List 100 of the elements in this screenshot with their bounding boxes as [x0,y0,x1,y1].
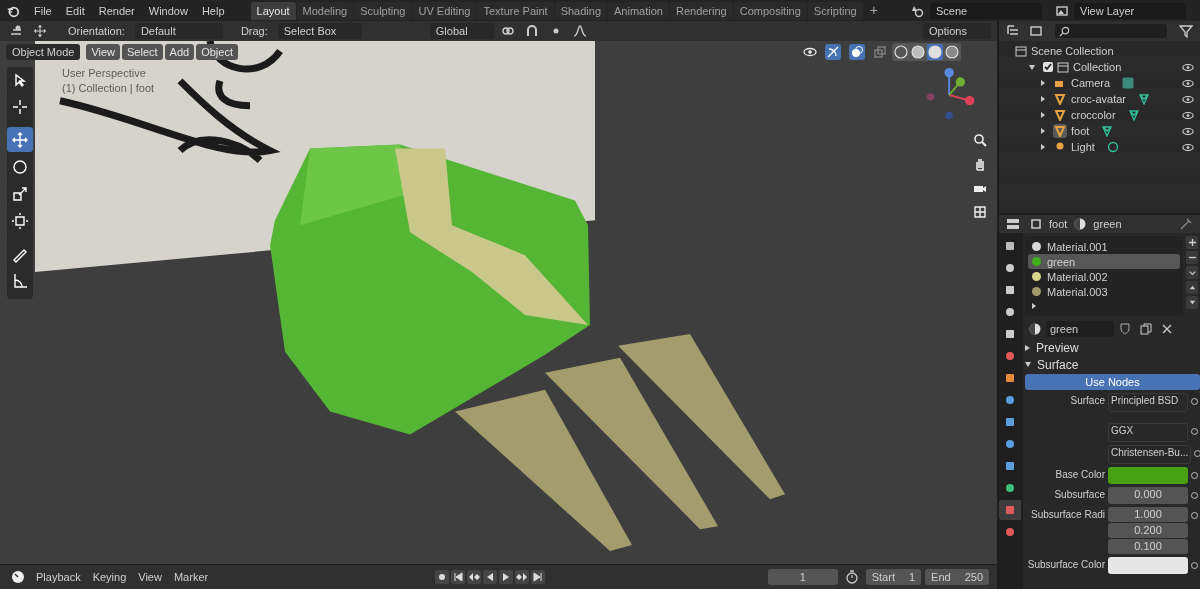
play-icon[interactable] [498,570,513,584]
number-field[interactable]: 0.000 [1108,487,1188,504]
menu-item[interactable]: Window [142,4,194,17]
drag-dropdown[interactable]: Select Box [277,23,362,39]
eye-icon[interactable] [1182,78,1194,88]
remove-slot-icon[interactable] [1186,251,1198,264]
rendered-shading-button[interactable] [944,44,960,60]
material-name-field[interactable]: green [1046,320,1114,337]
material-slot[interactable]: Material.001 [1028,239,1180,254]
copy-icon[interactable] [1139,321,1153,336]
viewport-menu[interactable]: Add [164,44,195,60]
workspace-tab[interactable]: Modeling [296,1,354,20]
number-field[interactable]: 0.100 [1108,539,1188,554]
expand-arrow-icon[interactable] [1041,80,1045,86]
expand-arrow-icon[interactable] [1041,128,1045,134]
number-field[interactable]: 0.200 [1108,523,1188,538]
outliner-item[interactable]: foot [1071,125,1090,137]
jump-start-icon[interactable] [450,570,465,584]
menu-item[interactable]: Render [92,4,141,17]
mesh-object-icon[interactable] [1053,92,1067,106]
stopwatch-icon[interactable] [844,570,859,584]
add-workspace-button[interactable]: + [863,1,884,20]
panel-header[interactable]: Preview [1025,339,1200,356]
timeline-menu[interactable]: View [134,571,166,583]
eye-icon[interactable] [1182,126,1194,136]
material-properties-tab[interactable] [999,500,1021,520]
material-slot[interactable]: Material.003 [1028,284,1180,299]
camera-data-icon[interactable] [1122,77,1135,89]
workspace-tab[interactable]: UV Editing [412,1,477,20]
filter-layer-icon[interactable] [1029,24,1043,38]
clock-icon[interactable] [11,570,25,584]
wireframe-shading-button[interactable] [893,44,909,60]
viewport-menu[interactable]: Select [122,44,163,60]
menu-item[interactable]: File [28,4,58,17]
search-field[interactable] [1055,24,1167,38]
object-mode-dropdown[interactable]: Object Mode [6,44,81,60]
workspace-tab[interactable]: Scripting [807,1,863,20]
dropdown[interactable]: Principled BSD [1108,393,1188,412]
display-mode-icon[interactable] [1006,24,1020,38]
end-frame-field[interactable]: End 250 [925,569,989,585]
expand-arrow-icon[interactable] [1041,112,1045,118]
material-shading-button[interactable] [927,44,943,60]
orientation-dropdown[interactable]: Default [134,23,223,39]
eye-icon[interactable] [1182,110,1194,120]
outliner-item[interactable]: Collection [1073,61,1122,73]
outliner-item[interactable]: Light [1071,141,1095,153]
grid-icon[interactable] [973,205,987,219]
record-icon[interactable] [434,570,449,584]
start-frame-field[interactable]: Start 1 [865,569,922,585]
menu-item[interactable]: Help [195,4,231,17]
material-slot[interactable]: Material.002 [1028,269,1180,284]
dropdown[interactable]: GGX [1108,423,1188,442]
expand-arrow-icon[interactable] [1029,64,1035,70]
light-data-icon[interactable] [1106,141,1119,153]
outliner-item[interactable]: Scene Collection [1031,45,1114,57]
pin-icon[interactable] [1179,217,1193,231]
expand-arrow-icon[interactable] [1041,96,1045,102]
timeline-menu[interactable]: Marker [169,571,213,583]
eye-icon[interactable] [1182,142,1194,152]
mesh-data-icon[interactable] [1127,109,1140,121]
checkbox[interactable] [1043,62,1053,72]
jump-end-icon[interactable] [530,570,545,584]
eye-icon[interactable] [803,45,817,59]
timeline-menu[interactable]: Keying [88,571,131,583]
eye-icon[interactable] [1182,62,1194,72]
chevron-icon[interactable] [1186,266,1198,279]
solid-shading-button[interactable] [910,44,926,60]
mesh-object-icon[interactable] [1053,124,1067,138]
workspace-tab[interactable]: Layout [250,1,296,20]
panel-header[interactable]: Surface [1025,356,1200,373]
view-layer-field[interactable]: View Layer [1074,2,1186,19]
color-field[interactable] [1108,557,1188,574]
workspace-tab[interactable]: Texture Paint [477,1,554,20]
mesh-data-icon[interactable] [1138,93,1151,105]
add-slot-icon[interactable] [1186,236,1198,249]
play-reverse-icon[interactable] [482,570,497,584]
next-keyframe-icon[interactable] [514,570,529,584]
workspace-tab[interactable]: Rendering [669,1,733,20]
move-arrows-icon[interactable] [33,24,47,38]
xray-icon[interactable] [873,45,887,59]
move-down-icon[interactable] [1186,296,1198,309]
eye-icon[interactable] [1182,94,1194,104]
expand-arrow-icon[interactable] [1041,144,1045,150]
mesh-data-icon[interactable] [1101,125,1114,137]
move-tool-button[interactable] [7,127,33,152]
workspace-tab[interactable]: Shading [554,1,608,20]
overlay-toggle-icon[interactable] [849,44,865,60]
view-layer-icon[interactable] [1055,3,1069,18]
number-field[interactable]: 1.000 [1108,507,1188,522]
options-dropdown[interactable]: Options [923,23,991,39]
gizmo-toggle-icon[interactable] [825,44,841,60]
editor-type-icon[interactable] [1006,217,1020,231]
viewport-menu[interactable]: View [86,44,121,60]
viewport-menu[interactable]: Object [196,44,238,60]
zoom-icon[interactable] [973,133,987,147]
workspace-tab[interactable]: Animation [608,1,669,20]
outliner-item[interactable]: croc-avatar [1071,93,1127,105]
mesh-object-icon[interactable] [1053,108,1067,122]
magnet-icon[interactable] [524,24,539,38]
outliner-item[interactable]: Camera [1071,77,1111,89]
